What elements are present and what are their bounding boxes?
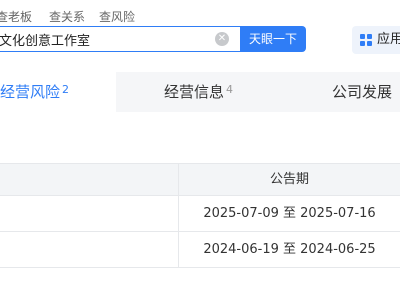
tab-count: 4	[226, 83, 233, 96]
tab-label: 公司发展	[332, 83, 393, 101]
tab-business-info[interactable]: 经营信息 4	[116, 72, 266, 112]
tab-business-risk[interactable]: 经营风险 2	[0, 72, 116, 112]
app-grid-icon	[360, 34, 372, 46]
tab-label: 经营信息	[164, 83, 225, 101]
search-tab-boss[interactable]: 查老板	[0, 8, 32, 26]
table-header-row: 公告期	[0, 164, 400, 196]
announcement-table: 公告期 2025-07-09 至 2025-07-16 2024-06-19 至…	[0, 163, 400, 268]
tab-label: 经营风险	[0, 83, 61, 101]
table-header-cell	[0, 164, 178, 195]
table-row: 2025-07-09 至 2025-07-16	[0, 196, 400, 232]
tab-company-development[interactable]: 公司发展	[266, 72, 400, 112]
app-label: 应用	[377, 32, 400, 47]
search-box: ✕	[0, 26, 240, 52]
search-input[interactable]	[0, 27, 207, 51]
search-button[interactable]: 天眼一下	[240, 26, 306, 52]
table-cell	[0, 196, 178, 231]
category-tabs: 经营风险 2 经营信息 4 公司发展	[0, 72, 400, 112]
search-tab-risk[interactable]: 查风险	[99, 8, 135, 26]
table-row: 2024-06-19 至 2024-06-25	[0, 232, 400, 268]
search-tab-relation[interactable]: 查关系	[49, 8, 85, 26]
table-header-announcement-period: 公告期	[178, 164, 400, 195]
tab-count: 2	[62, 83, 69, 96]
announcement-period-cell: 2024-06-19 至 2024-06-25	[178, 232, 400, 267]
announcement-period-cell: 2025-07-09 至 2025-07-16	[178, 196, 400, 231]
app-button[interactable]: 应用	[352, 26, 400, 54]
search-header: 查老板 查关系 查风险 ✕ 天眼一下 应用	[0, 0, 400, 60]
table-cell	[0, 232, 178, 267]
clear-icon[interactable]: ✕	[215, 32, 229, 46]
